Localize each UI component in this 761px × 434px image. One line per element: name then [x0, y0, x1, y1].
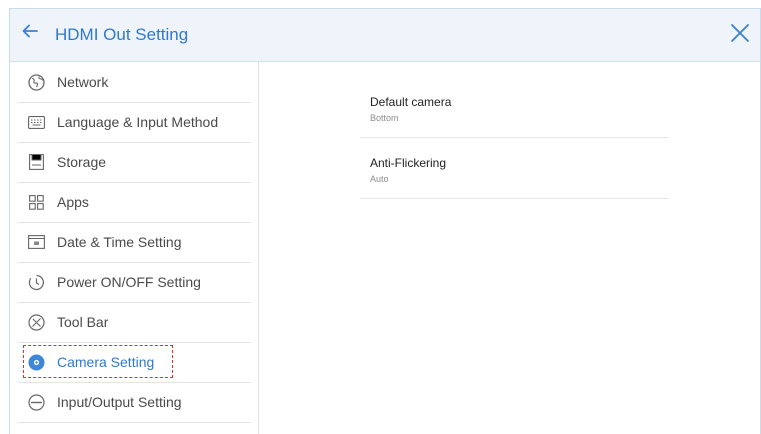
sidebar-item-apps[interactable]: Apps — [18, 182, 251, 223]
sidebar-item-power-on-off[interactable]: Power ON/OFF Setting — [18, 262, 251, 303]
sidebar: Network Language & Input Method Storage … — [10, 62, 259, 434]
globe-icon — [27, 73, 45, 91]
sidebar-item-storage[interactable]: Storage — [18, 142, 251, 183]
sidebar-item-language-input[interactable]: Language & Input Method — [18, 102, 251, 143]
camera-icon — [27, 353, 45, 371]
page-title: HDMI Out Setting — [55, 25, 189, 44]
setting-default-camera[interactable]: Default camera Bottom — [360, 79, 669, 138]
sidebar-item-camera-setting[interactable]: Camera Setting — [18, 342, 251, 383]
sidebar-item-label: Language & Input Method — [57, 114, 219, 130]
sidebar-item-label: Network — [57, 74, 109, 90]
settings-window: HDMI Out Setting Network Language & Inpu… — [9, 8, 761, 434]
setting-name: Default camera — [370, 95, 452, 109]
power-timer-icon — [27, 273, 45, 291]
sidebar-item-label: Camera Setting — [57, 354, 155, 370]
sidebar-item-label: Storage — [57, 154, 107, 170]
calendar-icon — [27, 233, 45, 251]
setting-value: Auto — [370, 174, 389, 184]
setting-name: Anti-Flickering — [370, 156, 447, 170]
sidebar-item-input-output[interactable]: Input/Output Setting — [18, 382, 251, 423]
setting-anti-flickering[interactable]: Anti-Flickering Auto — [360, 140, 669, 199]
close-icon[interactable] — [726, 19, 754, 47]
sidebar-item-label: Tool Bar — [57, 314, 109, 330]
toolbar-icon — [27, 313, 45, 331]
sidebar-item-network[interactable]: Network — [18, 62, 251, 103]
keyboard-icon — [27, 113, 45, 131]
settings-content: Default camera Bottom Anti-Flickering Au… — [259, 62, 760, 434]
setting-value: Bottom — [370, 113, 399, 123]
sidebar-item-date-time[interactable]: Date & Time Setting — [18, 222, 251, 263]
sidebar-item-label: Power ON/OFF Setting — [57, 274, 201, 290]
sidebar-item-label: Apps — [57, 194, 89, 210]
input-output-icon — [27, 393, 45, 411]
sidebar-item-label: Date & Time Setting — [57, 234, 182, 250]
back-arrow-icon[interactable] — [21, 22, 43, 46]
header-bar: HDMI Out Setting — [10, 9, 760, 62]
sidebar-item-label: Input/Output Setting — [57, 394, 182, 410]
apps-grid-icon — [27, 193, 45, 211]
sidebar-item-tool-bar[interactable]: Tool Bar — [18, 302, 251, 343]
storage-icon — [27, 153, 45, 171]
